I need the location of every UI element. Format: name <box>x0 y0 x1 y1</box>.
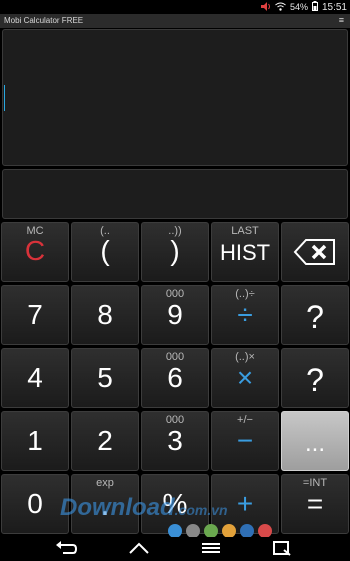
watermark-dot <box>222 524 236 538</box>
digit-1-key[interactable]: 1 <box>1 411 69 471</box>
key-label: 0 <box>27 488 43 519</box>
battery-icon <box>311 1 318 13</box>
recent-apps-icon[interactable] <box>199 540 223 556</box>
backspace-key[interactable] <box>281 222 349 282</box>
key-label: − <box>236 425 254 456</box>
backspace-icon <box>282 237 348 274</box>
watermark: Download.com.vn <box>60 494 228 522</box>
watermark-dot <box>240 524 254 538</box>
home-icon[interactable] <box>127 540 151 556</box>
divide-key[interactable]: (..)÷ ÷ <box>211 285 279 345</box>
volume-icon <box>260 1 271 13</box>
watermark-suffix: .com.vn <box>174 502 228 518</box>
open-paren-key[interactable]: (.. ( <box>71 222 139 282</box>
expression-display[interactable] <box>2 169 348 219</box>
app-title-bar: Mobi Calculator FREE ≡ <box>0 14 350 28</box>
key-label: HIST <box>219 240 271 265</box>
status-bar: 54% 15:51 <box>0 0 350 14</box>
watermark-dot <box>186 524 200 538</box>
keypad: MC C (.. ( ..)) ) LAST HIST 7 8 000 9 (.… <box>0 222 350 537</box>
key-label: ... <box>304 430 325 457</box>
key-label: C <box>24 235 46 266</box>
key-label: = <box>306 488 324 519</box>
equals-key[interactable]: =INT = <box>281 474 349 534</box>
clear-key[interactable]: MC C <box>1 222 69 282</box>
subtract-key[interactable]: +/− − <box>211 411 279 471</box>
window-icon[interactable] <box>270 540 294 556</box>
digit-8-key[interactable]: 8 <box>71 285 139 345</box>
digit-5-key[interactable]: 5 <box>71 348 139 408</box>
digit-0-key[interactable]: 0 <box>1 474 69 534</box>
watermark-dot <box>204 524 218 538</box>
digit-9-key[interactable]: 000 9 <box>141 285 209 345</box>
watermark-dot <box>258 524 272 538</box>
key-label: 3 <box>167 425 183 456</box>
key-label: × <box>236 362 254 393</box>
key-sublabel: LAST <box>231 225 259 237</box>
multiply-key[interactable]: (..)× × <box>211 348 279 408</box>
key-label: 2 <box>97 425 113 456</box>
text-cursor <box>4 85 5 111</box>
back-icon[interactable] <box>55 540 79 556</box>
key-label: 6 <box>167 362 183 393</box>
question-key-2[interactable]: ? <box>281 348 349 408</box>
key-label: 4 <box>27 362 43 393</box>
clock: 15:51 <box>321 1 347 13</box>
close-paren-key[interactable]: ..)) ) <box>141 222 209 282</box>
watermark-text: Download <box>60 494 175 521</box>
question-key[interactable]: ? <box>281 285 349 345</box>
digit-4-key[interactable]: 4 <box>1 348 69 408</box>
digit-7-key[interactable]: 7 <box>1 285 69 345</box>
battery-percent: 54% <box>289 2 308 12</box>
key-label: 5 <box>97 362 113 393</box>
key-label: 7 <box>27 299 43 330</box>
digit-3-key[interactable]: 000 3 <box>141 411 209 471</box>
key-label: ÷ <box>237 299 253 330</box>
watermark-dot <box>168 524 182 538</box>
key-label: ? <box>306 362 324 398</box>
key-label: ? <box>306 299 324 335</box>
digit-6-key[interactable]: 000 6 <box>141 348 209 408</box>
menu-icon[interactable]: ≡ <box>339 15 344 25</box>
history-key[interactable]: LAST HIST <box>211 222 279 282</box>
key-label: 8 <box>97 299 113 330</box>
key-label: ) <box>170 235 180 266</box>
key-label: ( <box>100 235 110 266</box>
result-display[interactable] <box>2 29 348 166</box>
navigation-bar <box>0 537 350 560</box>
more-key[interactable]: ... <box>281 411 349 471</box>
digit-2-key[interactable]: 2 <box>71 411 139 471</box>
key-label: 1 <box>27 425 43 456</box>
app-title: Mobi Calculator FREE <box>4 16 84 25</box>
wifi-icon <box>275 2 286 13</box>
key-label: 9 <box>167 299 183 330</box>
watermark-dots <box>168 524 272 538</box>
